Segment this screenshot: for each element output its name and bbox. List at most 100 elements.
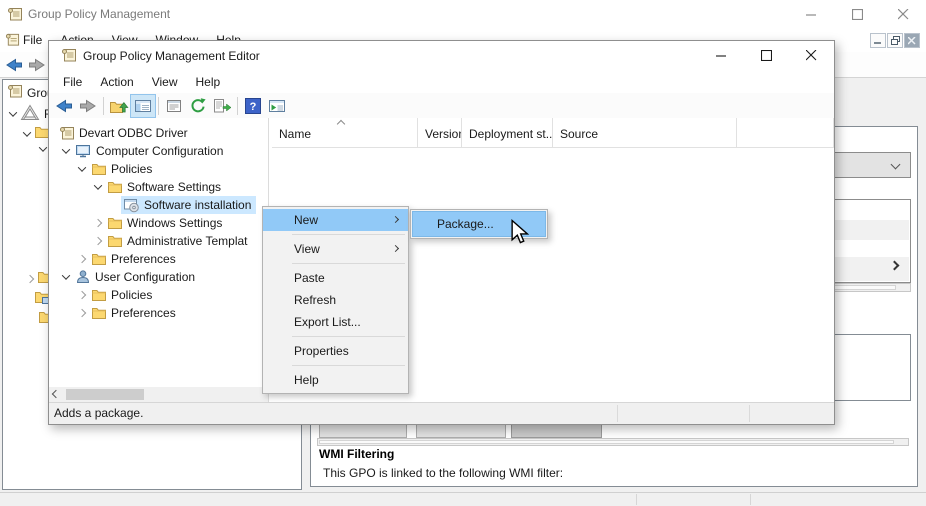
context-menu-item-new[interactable]: New	[263, 209, 408, 231]
console-window-icon[interactable]	[265, 95, 289, 117]
svg-text:?: ?	[250, 101, 257, 113]
tree-label-wrap: Computer Configuration	[73, 142, 228, 160]
menu-separator	[292, 234, 405, 235]
context-menu-item-export-list[interactable]: Export List...	[263, 311, 408, 333]
security-list-hscrollbar[interactable]	[317, 438, 909, 446]
collapsed-chevron-icon[interactable]	[75, 292, 89, 298]
folder-icon	[91, 288, 107, 302]
forward-icon[interactable]	[76, 95, 100, 117]
tree-item-software-settings[interactable]: Software Settings	[49, 178, 268, 196]
tree-item-policies[interactable]: Policies	[49, 286, 268, 304]
context-menu: New View Paste RefreshExport List... Propert…	[262, 206, 409, 394]
tree-label-wrap: Software Settings	[105, 179, 226, 195]
tree-item-policies[interactable]: Policies	[49, 160, 268, 178]
tree-label-wrap: Preferences	[89, 251, 181, 267]
editor-toolbar: ?	[49, 93, 834, 119]
editor-menu-action[interactable]: Action	[91, 71, 142, 93]
column-header-deployment-st[interactable]: Deployment st...	[462, 118, 553, 148]
expanded-chevron-icon[interactable]	[59, 148, 73, 154]
editor-window-title: Group Policy Management Editor	[83, 49, 260, 63]
editor-minimize-button[interactable]	[699, 41, 744, 70]
menu-item-label: Properties	[294, 344, 349, 358]
collapsed-chevron-icon[interactable]	[91, 220, 105, 226]
menu-item-label: New	[294, 213, 318, 227]
column-header-label: Deployment st...	[469, 127, 553, 141]
tree-item-devart-odbc-driver[interactable]: Devart ODBC Driver	[49, 124, 268, 142]
outer-minimize-button[interactable]	[788, 0, 834, 28]
tree-item-windows-settings[interactable]: Windows Settings	[49, 214, 268, 232]
tree-item-preferences[interactable]: Preferences	[49, 250, 268, 268]
tree-item-administrative-templat[interactable]: Administrative Templat	[49, 232, 268, 250]
outer-tree-node[interactable]	[20, 125, 50, 142]
mdi-restore-button[interactable]	[887, 33, 903, 48]
collapsed-chevron-icon[interactable]	[91, 238, 105, 244]
folder-icon	[91, 252, 107, 266]
outer-menu-file[interactable]: File	[14, 29, 51, 51]
tree-item-label: Windows Settings	[127, 216, 222, 230]
scrollbar-thumb[interactable]	[66, 389, 144, 400]
tree-label-wrap: Policies	[89, 161, 157, 177]
mdi-close-button[interactable]	[904, 33, 920, 48]
context-menu-item-view[interactable]: View	[263, 238, 408, 260]
export-list-icon[interactable]	[210, 95, 234, 117]
collapsed-chevron-icon[interactable]	[75, 256, 89, 262]
tree-label-wrap: Windows Settings	[105, 215, 227, 231]
expanded-chevron-icon[interactable]	[75, 166, 89, 172]
chevron-down-icon	[891, 160, 901, 170]
toolbar-separator	[237, 97, 238, 115]
column-header-blank[interactable]	[737, 118, 834, 148]
editor-menu-view[interactable]: View	[143, 71, 187, 93]
tree-item-label: User Configuration	[95, 270, 195, 284]
editor-menu-help[interactable]: Help	[187, 71, 230, 93]
tree-label-wrap: Software installation	[121, 196, 256, 214]
outer-titlebar: Group Policy Management	[0, 0, 926, 28]
folder-icon	[107, 234, 123, 248]
outer-back-icon[interactable]	[4, 56, 24, 77]
group-policy-management-app: Group Policy Management FileActionViewWi…	[0, 0, 926, 506]
column-header-name[interactable]: Name	[272, 118, 418, 148]
tree-hscrollbar[interactable]	[49, 387, 268, 402]
expanded-chevron-icon[interactable]	[59, 274, 73, 280]
context-menu-item-paste[interactable]: Paste	[263, 267, 408, 289]
menu-separator	[292, 336, 405, 337]
editor-menubar: FileActionViewHelp	[49, 70, 834, 93]
expanded-chevron-icon[interactable]	[91, 184, 105, 190]
show-tree-icon[interactable]	[131, 95, 155, 117]
up-folder-icon[interactable]	[107, 95, 131, 117]
editor-titlebar[interactable]: Group Policy Management Editor	[49, 41, 834, 70]
tree-item-preferences[interactable]: Preferences	[49, 304, 268, 322]
tree-item-label: Devart ODBC Driver	[79, 126, 188, 140]
context-menu-item-refresh[interactable]: Refresh	[263, 289, 408, 311]
editor-close-button[interactable]	[789, 41, 834, 70]
software-icon	[123, 197, 140, 213]
help-icon[interactable]: ?	[241, 95, 265, 117]
properties-icon[interactable]	[162, 95, 186, 117]
wmi-filtering-text: This GPO is linked to the following WMI …	[323, 466, 563, 480]
submenu-chevron-icon	[392, 216, 399, 223]
context-menu-item-help[interactable]: Help	[263, 369, 408, 391]
collapsed-chevron-icon[interactable]	[75, 310, 89, 316]
tree-item-software-installation[interactable]: Software installation	[49, 196, 268, 214]
column-header-version[interactable]: Version	[418, 118, 462, 148]
menu-item-label: Paste	[294, 271, 325, 285]
outer-close-button[interactable]	[880, 0, 926, 28]
column-header-label: Source	[560, 127, 598, 141]
menu-item-label: Package...	[437, 217, 494, 231]
context-menu-item-properties[interactable]: Properties	[263, 340, 408, 362]
back-icon[interactable]	[52, 95, 76, 117]
editor-maximize-button[interactable]	[744, 41, 789, 70]
tree-item-label: Preferences	[111, 306, 176, 320]
mdi-minimize-button[interactable]	[870, 33, 886, 48]
editor-menu-file[interactable]: File	[54, 71, 91, 93]
expanded-chevron-icon[interactable]	[6, 111, 20, 117]
column-header-source[interactable]: Source	[553, 118, 737, 148]
collapsed-chevron-icon[interactable]	[23, 276, 37, 282]
expanded-chevron-icon[interactable]	[20, 131, 34, 137]
refresh-icon[interactable]	[186, 95, 210, 117]
tree-item-user-configuration[interactable]: User Configuration	[49, 268, 268, 286]
scroll-left-icon[interactable]	[52, 390, 60, 398]
outer-maximize-button[interactable]	[834, 0, 880, 28]
tree-item-computer-configuration[interactable]: Computer Configuration	[49, 142, 268, 160]
folder-icon	[107, 216, 123, 230]
outer-forward-icon[interactable]	[27, 56, 47, 77]
